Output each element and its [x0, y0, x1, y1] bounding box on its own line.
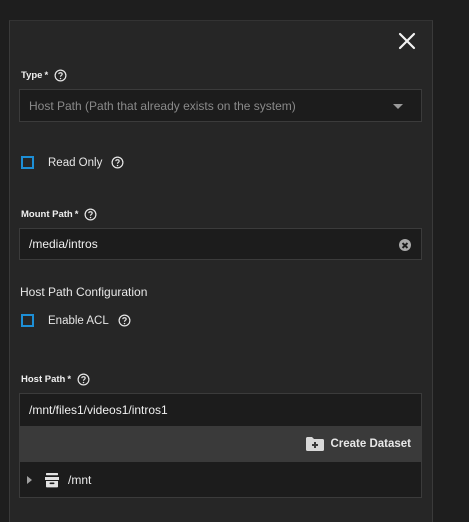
- mount-path-input[interactable]: /media/intros: [19, 228, 422, 260]
- host-path-config-title: Host Path Configuration: [20, 285, 148, 299]
- help-icon[interactable]: [111, 156, 124, 169]
- chevron-right-icon[interactable]: [27, 476, 32, 484]
- enable-acl-label[interactable]: Enable ACL: [48, 315, 109, 327]
- host-path-value: /mnt/files1/videos1/intros1: [29, 403, 168, 417]
- clear-circle-icon[interactable]: [399, 239, 411, 251]
- host-path-label: Host Path: [21, 374, 66, 385]
- type-label: Type: [21, 70, 43, 81]
- type-required-mark: *: [44, 70, 49, 81]
- explorer-toolbar: Create Dataset: [20, 426, 421, 462]
- read-only-row: Read Only: [21, 156, 124, 169]
- help-icon[interactable]: [54, 69, 67, 82]
- host-path-input[interactable]: /mnt/files1/videos1/intros1: [20, 394, 421, 426]
- host-path-explorer: /mnt/files1/videos1/intros1 Create Datas…: [19, 393, 422, 498]
- mount-path-label-row: Mount Path *: [21, 208, 97, 221]
- mount-path-value: /media/intros: [29, 237, 98, 251]
- help-icon[interactable]: [84, 208, 97, 221]
- tree-item-label: /mnt: [68, 473, 92, 487]
- close-icon[interactable]: [397, 31, 417, 51]
- read-only-checkbox[interactable]: [21, 156, 34, 169]
- help-icon[interactable]: [118, 314, 131, 327]
- type-label-row: Type *: [21, 69, 67, 82]
- mount-path-required-mark: *: [74, 209, 79, 220]
- type-select[interactable]: Host Path (Path that already exists on t…: [19, 89, 422, 122]
- host-path-label-row: Host Path *: [21, 373, 90, 386]
- folder-plus-icon: [306, 437, 325, 451]
- create-dataset-label: Create Dataset: [330, 438, 411, 450]
- help-icon[interactable]: [77, 373, 90, 386]
- type-select-value: Host Path (Path that already exists on t…: [29, 98, 296, 113]
- mount-path-label: Mount Path: [21, 209, 73, 220]
- tree-item[interactable]: /mnt: [20, 462, 421, 498]
- enable-acl-row: Enable ACL: [21, 314, 131, 327]
- create-dataset-button[interactable]: Create Dataset: [305, 436, 411, 452]
- host-path-required-mark: *: [67, 374, 72, 385]
- enable-acl-checkbox[interactable]: [21, 314, 34, 327]
- caret-down-icon: [393, 104, 403, 109]
- dataset-icon: [45, 473, 59, 488]
- read-only-label[interactable]: Read Only: [48, 157, 102, 169]
